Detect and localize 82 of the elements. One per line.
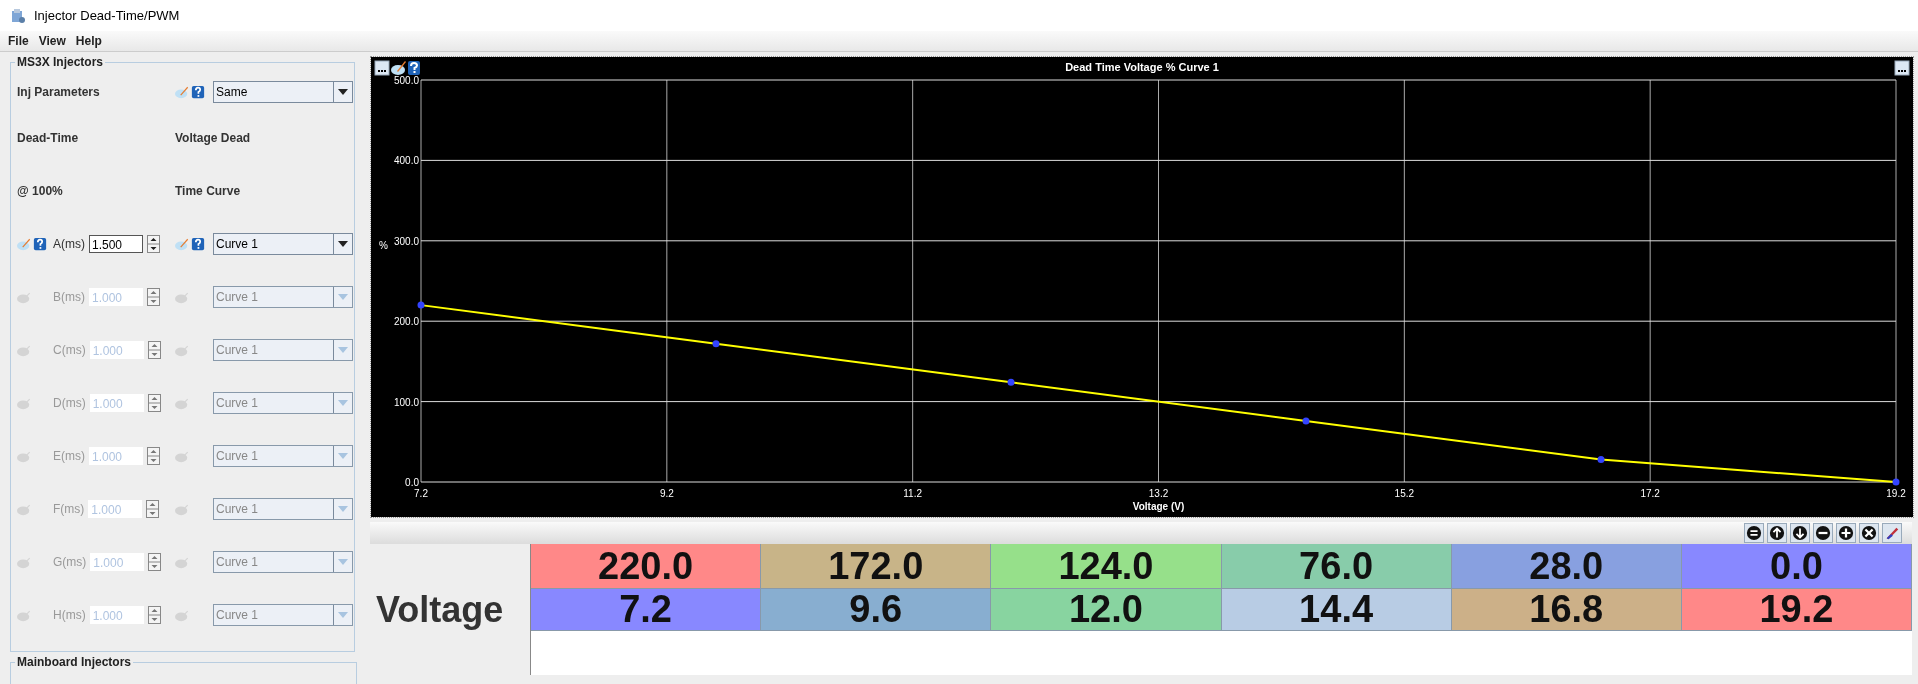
table-cell[interactable]: 76.0 [1221,544,1452,589]
menu-item[interactable]: View [38,34,66,48]
caret-icon [338,558,348,565]
up-button[interactable] [1767,523,1787,543]
data-point[interactable] [712,340,720,348]
table-cell[interactable]: 124.0 [991,544,1222,589]
table-cell[interactable]: 14.4 [1221,589,1452,631]
axis-tick-label: 200.0 [393,316,419,328]
group-title: Mainboard Injectors [15,655,134,669]
table-cell[interactable]: 12.0 [991,589,1222,631]
field-label: Voltage Dead [175,130,251,145]
help-icon[interactable] [408,61,420,75]
menu-item[interactable]: Help [75,34,102,48]
caret-icon [338,452,348,459]
data-point[interactable] [1302,417,1310,425]
more-button[interactable] [374,60,390,76]
dropdown[interactable]: Same [213,81,353,103]
down-button[interactable] [1790,523,1810,543]
x-axis-label: Voltage (V) [1132,501,1185,512]
axis-tick-label: 17.2 [1640,488,1660,499]
field-label: G(ms) [53,554,87,569]
field-label: H(ms) [53,607,86,622]
field-label: @ 100% [17,183,63,198]
caret-icon [338,89,348,95]
field-label: B(ms) [53,289,85,304]
plus-button[interactable] [1836,523,1856,543]
spinner-icon[interactable] [147,234,160,253]
caret-icon [338,346,348,353]
help-icon[interactable] [191,85,205,99]
dropdown[interactable]: Curve 1 [213,232,353,255]
caret-icon [338,293,348,300]
table-cell[interactable]: 220.0 [531,544,762,589]
more-button[interactable] [1894,60,1910,76]
data-point[interactable] [1892,478,1900,486]
field-label: F(ms) [53,501,85,516]
axis-tick-label: 9.2 [659,488,674,499]
data-point[interactable] [417,301,425,309]
edit-icon[interactable] [391,61,406,75]
window-title: Injector Dead-Time/PWM [34,8,180,23]
pen-button[interactable] [1882,523,1902,543]
menu-item[interactable]: File [8,34,29,48]
help-icon[interactable] [191,236,205,251]
help-icon[interactable] [33,236,47,251]
axis-tick-label: 13.2 [1148,488,1169,499]
caret-icon [338,611,348,618]
field-label: D(ms) [53,395,86,410]
table-cell[interactable]: 172.0 [761,544,992,589]
axis-tick-label: 100.0 [393,396,419,408]
axis-tick-label: 7.2 [414,488,428,499]
field-label: C(ms) [53,342,86,357]
table-cell[interactable]: 19.2 [1681,589,1913,631]
caret-icon [338,240,348,247]
table-cell[interactable]: 7.2 [531,589,762,631]
field-label: Inj Parameters [17,85,100,99]
axis-tick-label: 11.2 [903,488,923,499]
axis-tick-label: 19.2 [1886,488,1906,499]
y-axis-label: % [379,240,388,251]
table-cell[interactable]: 16.8 [1451,589,1682,631]
axis-tick-label: 500.0 [393,75,419,86]
data-point[interactable] [1007,378,1015,386]
field-label: Dead-Time [17,130,79,145]
chart-title: Dead Time Voltage % Curve 1 [1065,61,1219,73]
field-label: A(ms) [53,236,85,251]
number-field[interactable]: 1.500 [89,234,143,253]
equals-button[interactable] [1744,523,1764,543]
caret-icon [338,399,348,406]
app-icon [10,7,26,24]
table-cell[interactable]: 0.0 [1681,544,1913,589]
field-label: E(ms) [53,448,85,463]
row-label: Voltage [375,592,504,628]
axis-tick-label: 300.0 [393,235,419,247]
axis-tick-label: 0.0 [405,477,419,488]
group-title: MS3X Injectors [15,55,106,69]
minus-button[interactable] [1813,523,1833,543]
table-cell[interactable]: 28.0 [1451,544,1682,589]
data-point[interactable] [1597,456,1605,463]
table-cell[interactable]: 9.6 [761,589,992,631]
axis-tick-label: 400.0 [393,155,419,167]
field-label: Time Curve [175,183,241,198]
axis-tick-label: 15.2 [1394,488,1415,499]
close-button[interactable] [1859,523,1879,543]
caret-icon [338,505,348,512]
